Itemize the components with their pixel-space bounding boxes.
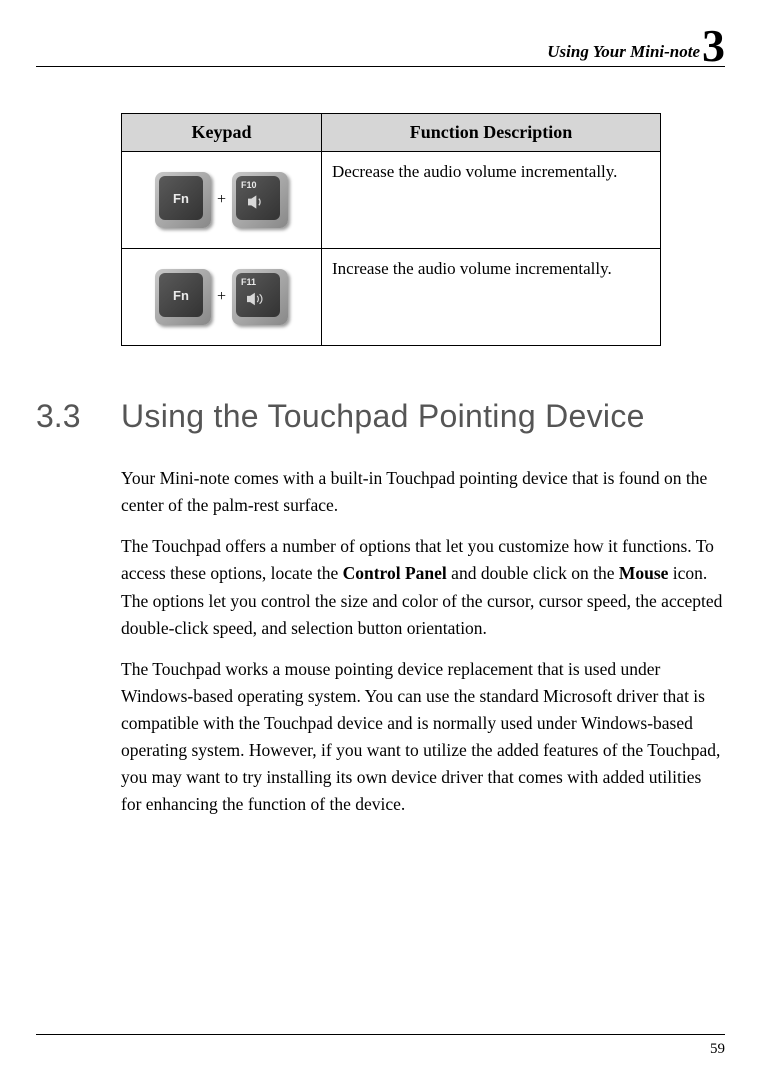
section-number: 3.3 bbox=[36, 398, 121, 435]
page-number: 59 bbox=[710, 1041, 725, 1057]
section-title: Using the Touchpad Pointing Device bbox=[121, 398, 645, 435]
page-header: Using Your Mini-note 3 bbox=[36, 24, 725, 67]
table-row: Fn + F10 bbox=[122, 152, 661, 249]
paragraph-3: The Touchpad works a mouse pointing devi… bbox=[121, 656, 725, 819]
volume-down-icon bbox=[248, 195, 268, 211]
keypad-cell: Fn + F10 bbox=[132, 160, 311, 240]
page-footer: 59 bbox=[36, 1034, 725, 1058]
page-content: Keypad Function Description Fn + bbox=[36, 113, 725, 819]
f11-key-label: F11 bbox=[241, 277, 256, 287]
table-row: Fn + F11 bbox=[122, 249, 661, 346]
paragraph-1: Your Mini-note comes with a built-in Tou… bbox=[121, 465, 725, 519]
fn-key-label: Fn bbox=[159, 176, 203, 220]
section-heading: 3.3 Using the Touchpad Pointing Device bbox=[36, 398, 725, 435]
keypad-table: Keypad Function Description Fn + bbox=[121, 113, 661, 346]
body-text: Your Mini-note comes with a built-in Tou… bbox=[121, 465, 725, 819]
plus-sign: + bbox=[217, 191, 226, 209]
plus-sign: + bbox=[217, 288, 226, 306]
fn-key-icon: Fn bbox=[155, 172, 211, 228]
f11-key-icon: F11 bbox=[232, 269, 288, 325]
description-cell: Increase the audio volume incrementally. bbox=[322, 249, 661, 346]
volume-up-icon bbox=[247, 292, 269, 308]
chapter-number: 3 bbox=[702, 28, 725, 65]
fn-key-icon: Fn bbox=[155, 269, 211, 325]
table-header-keypad: Keypad bbox=[122, 114, 322, 152]
paragraph-2: The Touchpad offers a number of options … bbox=[121, 533, 725, 642]
table-header-description: Function Description bbox=[322, 114, 661, 152]
control-panel-bold: Control Panel bbox=[343, 563, 447, 583]
fn-key-label: Fn bbox=[159, 273, 203, 317]
f10-key-icon: F10 bbox=[232, 172, 288, 228]
f10-key-label: F10 bbox=[241, 180, 257, 190]
header-title: Using Your Mini-note bbox=[547, 42, 700, 62]
keypad-cell: Fn + F11 bbox=[132, 257, 311, 337]
description-cell: Decrease the audio volume incrementally. bbox=[322, 152, 661, 249]
mouse-bold: Mouse bbox=[619, 563, 669, 583]
